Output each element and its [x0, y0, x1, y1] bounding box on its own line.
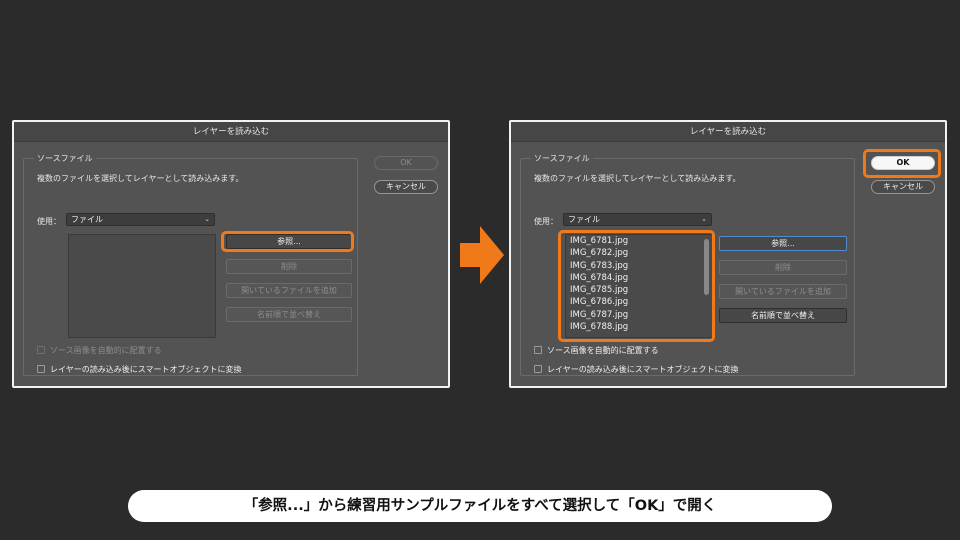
file-list-item[interactable]: IMG_6788.jpg	[566, 321, 712, 333]
dialog-title: レイヤーを読み込む	[14, 122, 448, 142]
use-select-value: ファイル	[71, 215, 103, 224]
use-select[interactable]: ファイル ⌄	[563, 213, 712, 226]
file-list[interactable]: IMG_6781.jpg IMG_6782.jpg IMG_6783.jpg I…	[565, 234, 713, 338]
source-files-legend: ソースファイル	[34, 154, 96, 164]
checkbox-box[interactable]	[37, 346, 45, 354]
auto-align-checkbox[interactable]: ソース画像を自動的に配置する	[534, 346, 659, 356]
auto-align-checkbox[interactable]: ソース画像を自動的に配置する	[37, 346, 162, 356]
add-open-files-button[interactable]: 開いているファイルを追加	[226, 283, 352, 298]
instruction-caption: 「参照...」から練習用サンプルファイルをすべて選択して「OK」で開く	[128, 490, 832, 522]
file-list-item[interactable]: IMG_6781.jpg	[566, 235, 712, 247]
source-files-description: 複数のファイルを選択してレイヤーとして読み込みます。	[37, 174, 244, 183]
file-list-scrollbar[interactable]	[704, 239, 709, 295]
browse-button[interactable]: 参照...	[719, 236, 847, 251]
arrow-right-icon	[460, 226, 504, 284]
file-list-item[interactable]: IMG_6783.jpg	[566, 260, 712, 272]
checkbox-box[interactable]	[534, 365, 542, 373]
file-list-item[interactable]: IMG_6782.jpg	[566, 247, 712, 259]
file-list-item[interactable]: IMG_6784.jpg	[566, 272, 712, 284]
remove-button[interactable]: 削除	[226, 259, 352, 274]
dialog-title: レイヤーを読み込む	[511, 122, 945, 142]
checkbox-box[interactable]	[534, 346, 542, 354]
use-select-value: ファイル	[568, 215, 600, 224]
ok-button[interactable]: OK	[374, 156, 438, 170]
source-files-group: ソースファイル 複数のファイルを選択してレイヤーとして読み込みます。 使用： フ…	[520, 154, 855, 376]
browse-button[interactable]: 参照...	[226, 234, 352, 249]
auto-align-label: ソース画像を自動的に配置する	[50, 346, 162, 355]
use-label: 使用：	[37, 217, 61, 226]
smart-object-label: レイヤーの読み込み後にスマートオブジェクトに変換	[547, 365, 739, 374]
chevron-down-icon: ⌄	[204, 215, 210, 223]
cancel-button[interactable]: キャンセル	[871, 180, 935, 194]
smart-object-checkbox[interactable]: レイヤーの読み込み後にスマートオブジェクトに変換	[37, 365, 242, 375]
chevron-down-icon: ⌄	[701, 215, 707, 223]
smart-object-label: レイヤーの読み込み後にスマートオブジェクトに変換	[50, 365, 242, 374]
file-list-item[interactable]: IMG_6786.jpg	[566, 296, 712, 308]
source-files-description: 複数のファイルを選択してレイヤーとして読み込みます。	[534, 174, 741, 183]
file-list[interactable]	[68, 234, 216, 338]
load-layers-dialog-before: レイヤーを読み込む ソースファイル 複数のファイルを選択してレイヤーとして読み込…	[12, 120, 450, 388]
use-select[interactable]: ファイル ⌄	[66, 213, 215, 226]
ok-button[interactable]: OK	[871, 156, 935, 170]
file-list-item[interactable]: IMG_6787.jpg	[566, 309, 712, 321]
cancel-button[interactable]: キャンセル	[374, 180, 438, 194]
source-files-legend: ソースファイル	[531, 154, 593, 164]
checkbox-box[interactable]	[37, 365, 45, 373]
source-files-group: ソースファイル 複数のファイルを選択してレイヤーとして読み込みます。 使用： フ…	[23, 154, 358, 376]
sort-by-name-button[interactable]: 名前順で並べ替え	[226, 307, 352, 322]
add-open-files-button[interactable]: 開いているファイルを追加	[719, 284, 847, 299]
load-layers-dialog-after: レイヤーを読み込む ソースファイル 複数のファイルを選択してレイヤーとして読み込…	[509, 120, 947, 388]
remove-button[interactable]: 削除	[719, 260, 847, 275]
smart-object-checkbox[interactable]: レイヤーの読み込み後にスマートオブジェクトに変換	[534, 365, 739, 375]
file-list-item[interactable]: IMG_6785.jpg	[566, 284, 712, 296]
sort-by-name-button[interactable]: 名前順で並べ替え	[719, 308, 847, 323]
auto-align-label: ソース画像を自動的に配置する	[547, 346, 659, 355]
use-label: 使用：	[534, 217, 558, 226]
